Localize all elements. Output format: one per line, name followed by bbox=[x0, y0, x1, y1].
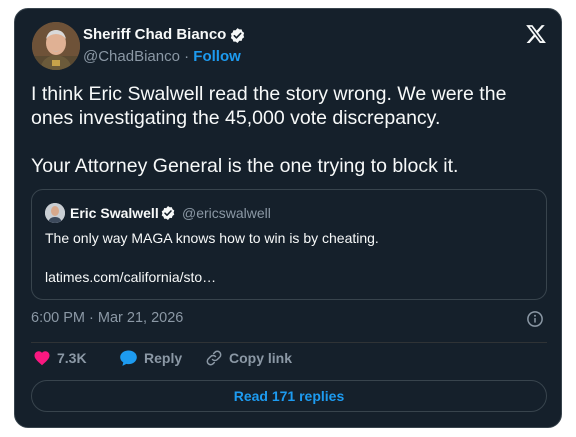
info-icon[interactable] bbox=[526, 310, 544, 328]
separator-dot: · bbox=[184, 48, 190, 65]
verified-icon bbox=[161, 206, 175, 220]
quote-text: The only way MAGA knows how to win is by… bbox=[45, 230, 379, 246]
link-icon bbox=[206, 350, 222, 366]
tweet-text: I think Eric Swalwell read the story wro… bbox=[31, 82, 547, 178]
read-replies-button[interactable]: Read 171 replies bbox=[31, 380, 547, 412]
tweet-paragraph-1: I think Eric Swalwell read the story wro… bbox=[31, 83, 507, 129]
tweet-card: Sheriff Chad Bianco @ChadBianco · Follow… bbox=[14, 8, 562, 428]
heart-icon bbox=[34, 351, 50, 366]
reply-bubble-icon bbox=[120, 350, 137, 366]
author-avatar[interactable] bbox=[32, 22, 80, 70]
copy-link-button[interactable]: Copy link bbox=[205, 349, 292, 367]
copy-link-label: Copy link bbox=[229, 350, 293, 366]
author-handle[interactable]: @ChadBianco bbox=[83, 48, 180, 65]
reply-label: Reply bbox=[144, 350, 183, 366]
x-logo-icon[interactable] bbox=[525, 23, 547, 45]
author-handle-row: @ChadBianco · Follow bbox=[83, 48, 241, 65]
quoted-tweet[interactable]: Eric Swalwell @ericswalwell The only way… bbox=[31, 189, 547, 300]
like-button[interactable]: 7.3K bbox=[33, 349, 87, 367]
verified-icon bbox=[230, 28, 245, 43]
divider bbox=[31, 342, 547, 343]
quote-author-handle[interactable]: @ericswalwell bbox=[182, 205, 271, 221]
follow-button[interactable]: Follow bbox=[193, 48, 241, 65]
reply-button[interactable]: Reply bbox=[119, 349, 182, 367]
author-name[interactable]: Sheriff Chad Bianco bbox=[83, 26, 226, 43]
quote-author-name[interactable]: Eric Swalwell bbox=[70, 205, 159, 221]
tweet-timestamp[interactable]: 6:00 PM · Mar 21, 2026 bbox=[31, 310, 183, 326]
tweet-paragraph-2: Your Attorney General is the one trying … bbox=[31, 155, 459, 177]
like-count: 7.3K bbox=[57, 350, 87, 366]
quote-link[interactable]: latimes.com/california/sto… bbox=[45, 269, 216, 285]
quote-avatar[interactable] bbox=[45, 203, 65, 223]
